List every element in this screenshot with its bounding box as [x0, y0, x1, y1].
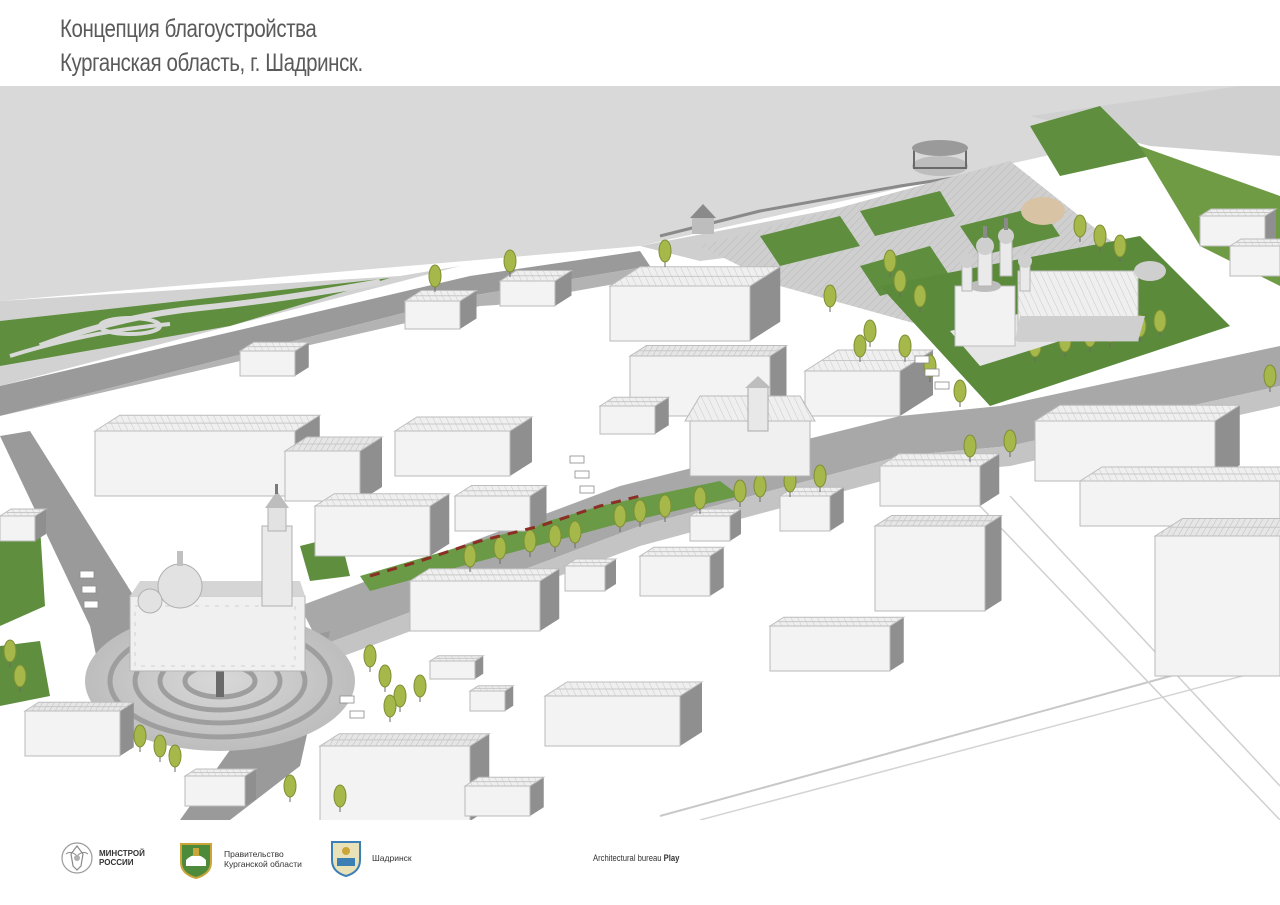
tree [913, 284, 927, 308]
shadrinsk-coat-of-arms-icon [331, 841, 361, 878]
tree [658, 239, 672, 263]
title-line-2: Курганская область, г. Шадринск. [60, 49, 363, 77]
tree [428, 264, 442, 288]
page-title: Концепция благоустройства Курганская обл… [60, 12, 363, 80]
tree [503, 249, 517, 273]
tree [383, 694, 397, 718]
building-block [468, 685, 515, 712]
tree [168, 744, 182, 768]
tree [1093, 224, 1107, 248]
tree [548, 524, 562, 548]
building-block [768, 616, 906, 672]
church-left [129, 484, 306, 672]
tree [753, 474, 767, 498]
tree [963, 434, 977, 458]
tree [493, 536, 507, 560]
tree [523, 529, 537, 553]
minstroy-line2: РОССИИ [99, 858, 134, 867]
shadrinsk-line1: Шадринск [372, 853, 412, 863]
tree [693, 486, 707, 510]
building-block [1228, 238, 1280, 277]
building-block [313, 493, 451, 557]
plan-svg [0, 86, 1280, 820]
building-block [598, 396, 671, 435]
tree [613, 504, 627, 528]
tree [733, 479, 747, 503]
logo-minstroy: МИНСТРОЙ РОССИИ [60, 840, 145, 876]
logo-shadrinsk: Шадринск [328, 838, 412, 878]
building-block [453, 485, 549, 532]
tree [1003, 429, 1017, 453]
building-block [428, 655, 485, 680]
building-block [873, 515, 1004, 612]
building-block [498, 270, 574, 307]
building-block [878, 453, 1001, 507]
credit-name: Play [663, 853, 680, 863]
tree [13, 664, 27, 688]
building-block [393, 416, 534, 477]
credit-prefix: Architectural bureau [593, 853, 662, 863]
tree [333, 784, 347, 808]
building-block [183, 768, 258, 807]
tree [633, 499, 647, 523]
tree [863, 319, 877, 343]
tree [413, 674, 427, 698]
title-line-1: Концепция благоустройства [60, 15, 317, 43]
building-block [1078, 466, 1280, 527]
tree [378, 664, 392, 688]
building-block [1153, 518, 1280, 677]
tree [1073, 214, 1087, 238]
tree [898, 334, 912, 358]
building-block [688, 508, 743, 542]
round-plaza-top [1021, 197, 1065, 225]
tree [153, 734, 167, 758]
tree [893, 269, 907, 293]
footer: МИНСТРОЙ РОССИИ Правительство Курганской… [0, 820, 1280, 905]
building-block [0, 508, 48, 542]
urban-plan-rendering [0, 86, 1280, 820]
building-block [283, 436, 384, 502]
tree [283, 774, 297, 798]
tree [658, 494, 672, 518]
building-block [318, 733, 491, 820]
tree [883, 249, 897, 273]
tree [463, 544, 477, 568]
building-block [408, 568, 561, 632]
tree [568, 520, 582, 544]
tree [813, 464, 827, 488]
building-block [23, 701, 136, 757]
minstroy-line1: МИНСТРОЙ [99, 849, 145, 858]
building-block [803, 349, 935, 417]
building-block [403, 290, 479, 330]
ministry-emblem-icon [61, 842, 93, 874]
tree [363, 644, 377, 668]
building-block [543, 681, 704, 747]
tree [823, 284, 837, 308]
tree [853, 334, 867, 358]
tree [1113, 234, 1127, 258]
tree [953, 379, 967, 403]
kurgan-line1: Правительство [224, 849, 284, 859]
tree [1263, 364, 1277, 388]
logo-kurgan-government: Правительство Курганской области [176, 838, 302, 880]
kurgan-coat-of-arms-icon [180, 843, 212, 880]
building-block [463, 776, 546, 817]
building-block [638, 546, 726, 597]
architect-credit: Architectural bureau Play [593, 853, 679, 863]
kurgan-line2: Курганской области [224, 859, 302, 869]
tree [133, 724, 147, 748]
building-block [238, 341, 311, 377]
tree [1153, 309, 1167, 333]
building-block [563, 558, 618, 592]
building-block [608, 266, 782, 342]
tree [3, 639, 17, 663]
